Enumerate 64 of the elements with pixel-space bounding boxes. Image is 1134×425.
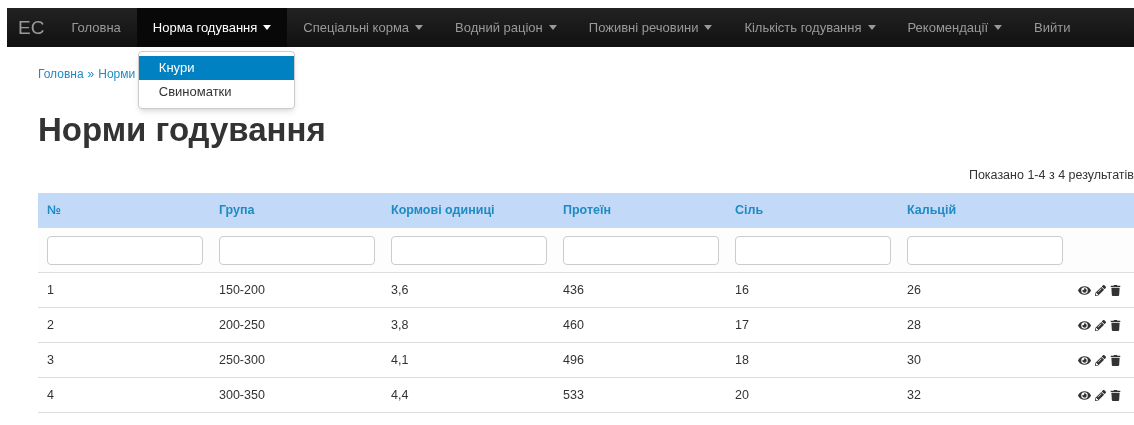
nav-item[interactable]: Поживні речовини — [572, 8, 729, 47]
pencil-icon[interactable] — [1095, 389, 1106, 401]
table-cell-text: 26 — [906, 281, 922, 299]
nav-item[interactable]: Норма годування — [136, 8, 288, 47]
caret-icon — [704, 25, 713, 30]
pencil-icon[interactable] — [1095, 284, 1106, 296]
table-cell-text: 17 — [734, 316, 750, 334]
page-heading: Норми годування — [38, 110, 327, 150]
nav-item[interactable]: Спеціальні корма — [287, 8, 440, 47]
dropdown-item[interactable]: Кнури — [138, 56, 294, 80]
pencil-icon[interactable] — [1095, 354, 1106, 366]
table-cell-text: 16 — [734, 281, 750, 299]
breadcrumb-link[interactable]: Норми — [98, 65, 136, 83]
table-cell-text: 18 — [734, 351, 750, 369]
table-cell-text: 533 — [562, 386, 585, 404]
table-cell-text: 28 — [906, 316, 922, 334]
table-cell-text: 3 — [46, 351, 55, 369]
table-cell-text: 3,6 — [390, 281, 410, 299]
table-cell-text: 4 — [46, 386, 55, 404]
view-icon[interactable] — [1078, 283, 1091, 297]
table-cell-text: 496 — [562, 351, 585, 369]
trash-icon[interactable] — [1110, 284, 1121, 296]
caret-icon — [263, 25, 272, 30]
caret-icon — [867, 25, 876, 30]
table-cell-text: 2 — [46, 316, 55, 334]
breadcrumb-link[interactable]: Головна — [38, 65, 84, 83]
table-cell-text: 150-200 — [218, 281, 266, 299]
breadcrumb-separator: » — [87, 66, 95, 83]
table-cell-text: 4,4 — [390, 386, 410, 404]
table-cell-text: 3,8 — [390, 316, 410, 334]
view-icon[interactable] — [1078, 388, 1091, 402]
filter-field[interactable] — [563, 235, 719, 265]
trash-icon[interactable] — [1110, 354, 1121, 366]
nav-item[interactable]: Водний раціон — [439, 8, 573, 47]
filter-field[interactable] — [907, 235, 1063, 265]
filter-field[interactable] — [735, 235, 891, 265]
nav-item[interactable]: Головна — [55, 8, 137, 47]
pencil-icon[interactable] — [1095, 319, 1106, 331]
brand-logo[interactable]: EC — [7, 8, 56, 47]
trash-icon[interactable] — [1110, 319, 1121, 331]
caret-icon — [548, 25, 557, 30]
table-cell-text: 30 — [906, 351, 922, 369]
nav-item[interactable]: Вийти — [1018, 8, 1087, 47]
table-cell-text: 20 — [734, 386, 750, 404]
table-cell-text: 32 — [906, 386, 922, 404]
trash-icon[interactable] — [1110, 389, 1121, 401]
filter-field[interactable] — [219, 235, 375, 265]
table-cell-text: 300-350 — [218, 386, 266, 404]
table-cell-text: 250-300 — [218, 351, 266, 369]
table-cell-text: 436 — [562, 281, 585, 299]
table-cell-text: 1 — [46, 281, 55, 299]
filter-field[interactable] — [391, 235, 547, 265]
results-summary: Показано 1-4 з 4 результатів — [968, 167, 1134, 184]
nav-item[interactable]: Кількість годування — [728, 8, 892, 47]
table-cell-text: 4,1 — [390, 351, 410, 369]
table-cell-text: 460 — [562, 316, 585, 334]
view-icon[interactable] — [1078, 318, 1091, 332]
dropdown-item[interactable]: Свиноматки — [138, 80, 294, 104]
table-cell-text: 200-250 — [218, 316, 266, 334]
filter-field[interactable] — [47, 235, 203, 265]
caret-icon — [415, 25, 424, 30]
nav-item[interactable]: Рекомендації — [891, 8, 1019, 47]
caret-icon — [994, 25, 1003, 30]
view-icon[interactable] — [1078, 353, 1091, 367]
